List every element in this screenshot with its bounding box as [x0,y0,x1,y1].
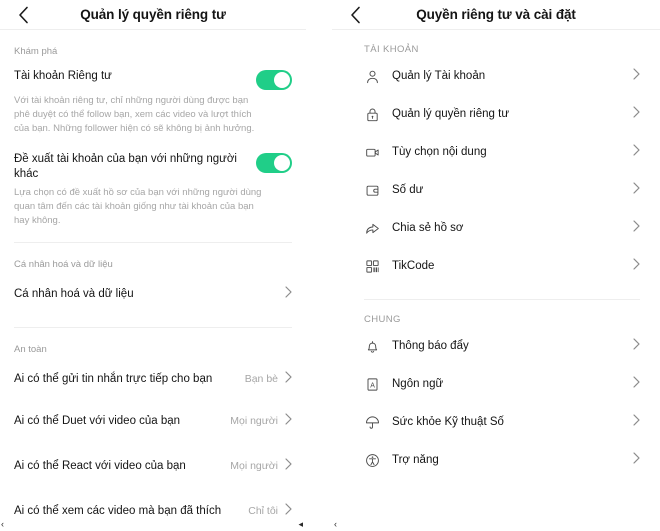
toggle-switch-private-account[interactable] [256,70,292,90]
chevron-right-icon [633,181,640,199]
toggle-row-private-account[interactable]: Tài khoản Riêng tư [0,61,306,90]
nav-label-direct-message: Ai có thể gửi tin nhắn trực tiếp cho bạn [14,373,213,385]
settings-label-tikcode: TikCode [392,260,435,272]
edge-marker-left: ‹ [1,519,4,529]
chevron-right-icon [633,413,640,431]
settings-row-language[interactable]: A Ngôn ngữ [332,365,660,403]
right-header: Quyền riêng tư và cài đặt [332,0,660,30]
nav-row-liked-videos[interactable]: Ai có thể xem các video mà bạn đã thích … [0,488,306,520]
right-content: TÀI KHOẢN Quản lý Tài khoản Quản lý quyề… [332,30,660,479]
section-label-general: CHUNG [364,314,401,325]
settings-row-share-profile[interactable]: Chia sẻ hồ sơ [332,209,660,247]
settings-label-manage-privacy: Quản lý quyền riêng tư [392,108,510,120]
nav-value-duet: Mọi người [230,415,278,427]
nav-row-react[interactable]: Ai có thể React với video của bạn Mọi ng… [0,443,306,488]
settings-label-content-preferences: Tùy chọn nội dung [392,146,487,158]
settings-label-accessibility: Trợ năng [392,454,439,466]
section-label-account: TÀI KHOẢN [364,44,419,55]
chevron-right-icon [285,457,292,475]
settings-row-tikcode[interactable]: TikCode [332,247,660,285]
settings-row-manage-account[interactable]: Quản lý Tài khoản [332,57,660,95]
chevron-right-icon [633,67,640,85]
chevron-left-icon [350,6,361,24]
wallet-icon [364,182,380,198]
left-page-title: Quản lý quyền riêng tư [80,7,226,22]
chevron-right-icon [285,502,292,520]
svg-text:A: A [370,382,375,389]
toggle-label-suggest-account: Đề xuất tài khoản của bạn với những ngườ… [14,153,237,180]
settings-label-share-profile: Chia sẻ hồ sơ [392,222,464,234]
toggle-label-private-account: Tài khoản Riêng tư [14,70,112,82]
back-button-left[interactable] [10,0,36,30]
nav-row-personalization-data[interactable]: Cá nhân hoá và dữ liệu [0,274,306,313]
settings-label-digital-wellbeing: Sức khỏe Kỹ thuật Số [392,416,504,428]
person-icon [364,68,380,84]
chevron-right-icon [633,451,640,469]
toggle-row-suggest-account[interactable]: Đề xuất tài khoản của bạn với những ngườ… [0,136,306,182]
dual-screen-container: Quản lý quyền riêng tư Khám phá Tài khoả… [0,0,660,531]
section-label-kham-pha: Khám phá [14,46,58,57]
chevron-right-icon [633,105,640,123]
umbrella-icon [364,414,380,430]
back-button-right[interactable] [342,0,368,30]
settings-row-push-notifications[interactable]: Thông báo đẩy [332,327,660,365]
settings-row-digital-wellbeing[interactable]: Sức khỏe Kỹ thuật Số [332,403,660,441]
chevron-right-icon [285,370,292,388]
settings-row-accessibility[interactable]: Trợ năng [332,441,660,479]
settings-label-balance: Số dư [392,184,424,196]
toggle-knob [274,72,290,88]
nav-value-liked-videos: Chỉ tôi [248,505,278,517]
chevron-right-icon [633,143,640,161]
screen-gap [306,0,332,531]
bell-icon [364,338,380,354]
language-icon: A [364,376,380,392]
nav-row-duet[interactable]: Ai có thể Duet với video của bạn Mọi ngư… [0,398,306,443]
nav-row-direct-message[interactable]: Ai có thể gửi tin nhắn trực tiếp cho bạn… [0,359,306,398]
nav-value-direct-message: Bạn bè [244,373,278,385]
privacy-settings-screen: Quyền riêng tư và cài đặt TÀI KHOẢN Quản… [332,0,660,531]
chevron-right-icon [285,285,292,303]
edge-marker-left: ‹ [334,519,337,529]
settings-row-manage-privacy[interactable]: Quản lý quyền riêng tư [332,95,660,133]
chevron-right-icon [633,257,640,275]
nav-label-personalization-data: Cá nhân hoá và dữ liệu [14,288,134,300]
share-arrow-icon [364,220,380,236]
toggle-switch-suggest-account[interactable] [256,153,292,173]
settings-label-push-notifications: Thông báo đẩy [392,340,469,352]
nav-label-liked-videos: Ai có thể xem các video mà bạn đã thích [14,505,222,517]
section-label-safety: An toàn [14,344,47,355]
chevron-right-icon [285,412,292,430]
nav-label-duet: Ai có thể Duet với video của bạn [14,415,181,427]
chevron-right-icon [633,219,640,237]
right-page-title: Quyền riêng tư và cài đặt [416,7,576,22]
section-label-personalization: Cá nhân hoá và dữ liệu [14,259,113,270]
privacy-management-screen: Quản lý quyền riêng tư Khám phá Tài khoả… [0,0,306,531]
toggle-description-private-account: Với tài khoản riêng tư, chỉ những người … [14,95,255,134]
video-camera-icon [364,144,380,160]
chevron-right-icon [633,337,640,355]
nav-label-react: Ai có thể React với video của bạn [14,460,186,472]
settings-row-balance[interactable]: Số dư [332,171,660,209]
edge-marker-right: ◂ [298,519,303,529]
toggle-description-suggest-account: Lựa chọn có đề xuất hồ sơ của bạn với nh… [14,187,262,226]
left-header: Quản lý quyền riêng tư [0,0,306,30]
qr-code-icon [364,258,380,274]
settings-row-content-preferences[interactable]: Tùy chọn nội dung [332,133,660,171]
settings-label-manage-account: Quản lý Tài khoản [392,70,486,82]
toggle-knob [274,155,290,171]
chevron-left-icon [18,6,29,24]
chevron-right-icon [633,375,640,393]
left-content: Khám phá Tài khoản Riêng tư Với tài khoả… [0,30,306,520]
nav-value-react: Mọi người [230,460,278,472]
settings-label-language: Ngôn ngữ [392,378,444,390]
accessibility-icon [364,452,380,468]
lock-icon [364,106,380,122]
